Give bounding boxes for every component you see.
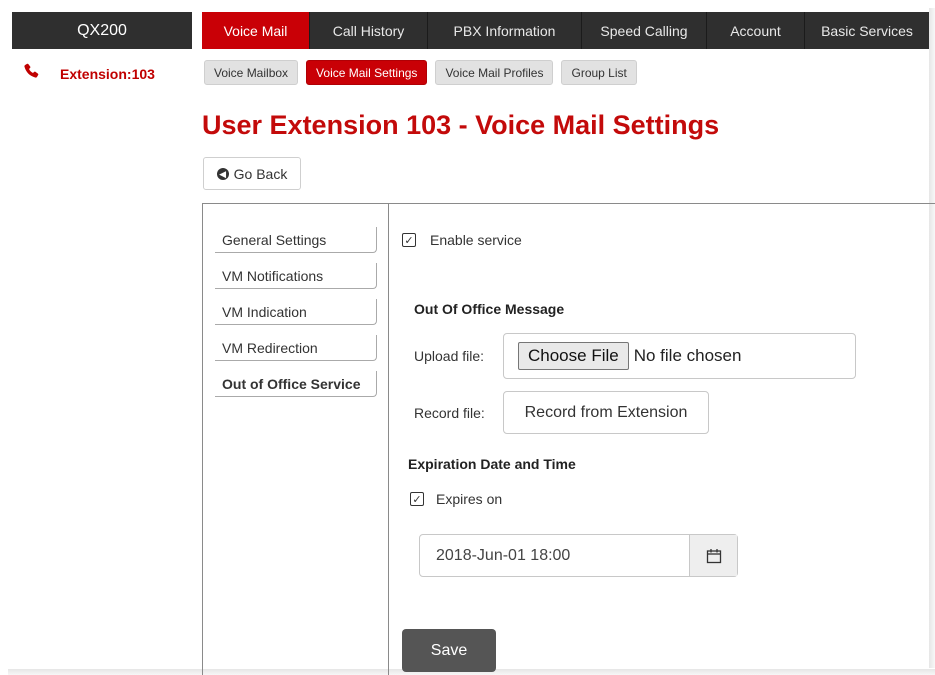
expiration-date-input[interactable]: 2018-Jun-01 18:00	[420, 535, 689, 576]
record-from-extension-button[interactable]: Record from Extension	[503, 391, 709, 434]
side-item-vm-redirection[interactable]: VM Redirection	[215, 335, 377, 361]
extension-label: Extension:103	[60, 65, 155, 82]
panel-divider	[388, 204, 389, 675]
expiration-date-field: 2018-Jun-01 18:00	[419, 534, 738, 577]
settings-side-menu: General Settings VM Notifications VM Ind…	[215, 227, 377, 407]
enable-service-row: ✓ Enable service	[402, 232, 522, 248]
upload-file-label: Upload file:	[414, 348, 485, 364]
expires-on-checkbox[interactable]: ✓	[410, 492, 424, 506]
upload-file-field: Choose File No file chosen	[503, 333, 856, 379]
app-frame: QX200 Voice Mail Call History PBX Inform…	[0, 0, 935, 675]
subtab-voice-mailbox[interactable]: Voice Mailbox	[204, 60, 299, 85]
enable-service-checkbox[interactable]: ✓	[402, 233, 416, 247]
subtab-voice-mail-settings[interactable]: Voice Mail Settings	[306, 60, 428, 85]
extension-indicator: Extension:103	[22, 62, 155, 85]
out-of-office-heading: Out Of Office Message	[414, 301, 565, 317]
tab-voice-mail[interactable]: Voice Mail	[202, 12, 310, 49]
side-item-general-settings[interactable]: General Settings	[215, 227, 377, 253]
tab-pbx-information[interactable]: PBX Information	[428, 12, 582, 49]
go-back-label: Go Back	[233, 165, 288, 182]
subtab-group-list[interactable]: Group List	[561, 60, 637, 85]
side-item-vm-indication[interactable]: VM Indication	[215, 299, 377, 325]
side-item-vm-notifications[interactable]: VM Notifications	[215, 263, 377, 289]
choose-file-button[interactable]: Choose File	[518, 342, 629, 370]
tab-basic-services[interactable]: Basic Services	[805, 12, 929, 49]
file-status-text: No file chosen	[633, 346, 742, 365]
tab-account[interactable]: Account	[707, 12, 805, 49]
arrow-left-circle-icon: ◀	[216, 167, 229, 180]
page-title: User Extension 103 - Voice Mail Settings	[202, 110, 720, 140]
enable-service-label: Enable service	[430, 232, 522, 248]
expires-on-label: Expires on	[436, 491, 503, 507]
tab-speed-calling[interactable]: Speed Calling	[582, 12, 707, 49]
expiration-heading: Expiration Date and Time	[408, 456, 576, 472]
sub-nav: Voice Mailbox Voice Mail Settings Voice …	[204, 60, 637, 85]
go-back-button[interactable]: ◀ Go Back	[203, 157, 301, 190]
record-file-label: Record file:	[414, 405, 485, 421]
tab-call-history[interactable]: Call History	[310, 12, 428, 49]
phone-icon	[22, 62, 40, 85]
save-button[interactable]: Save	[402, 629, 496, 672]
side-item-out-of-office-service[interactable]: Out of Office Service	[215, 371, 377, 397]
expires-on-row: ✓ Expires on	[410, 491, 502, 507]
brand-logo: QX200	[12, 12, 192, 49]
calendar-icon[interactable]	[689, 535, 737, 576]
top-nav: Voice Mail Call History PBX Information …	[202, 12, 929, 49]
subtab-voice-mail-profiles[interactable]: Voice Mail Profiles	[435, 60, 554, 85]
